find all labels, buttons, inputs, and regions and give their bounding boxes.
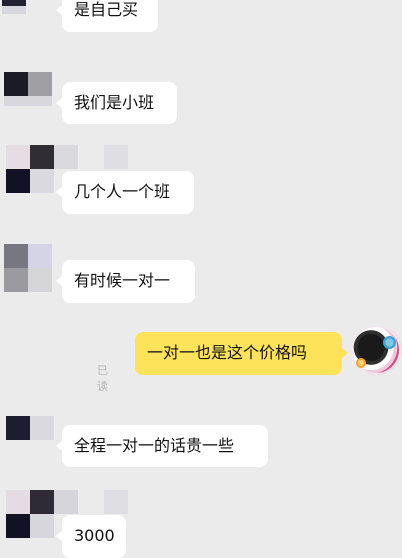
message-text: 是自己买 [74,0,139,19]
avatar-pixel [2,6,26,14]
my-avatar[interactable] [351,325,401,375]
avatar-pixel [28,244,52,268]
avatar-pixel [4,72,28,96]
avatar-pixel [4,244,28,268]
avatar-pixel [4,96,52,106]
avatar-pixel [6,145,30,169]
contact-avatar[interactable] [2,490,128,542]
message-bubble[interactable]: 几个人一个班 [56,171,194,214]
avatar-pixel [28,268,52,292]
message-bubble[interactable]: 有时候一对一 [56,260,195,303]
avatar-pixel [28,72,52,96]
avatar-pixel [6,514,30,538]
avatar-pixel [30,145,54,169]
avatar-pixel [6,490,30,514]
message-text: 几个人一个班 [74,182,171,201]
message-bubble[interactable]: 我们是小班 [56,82,177,124]
avatar-pixel [30,416,54,440]
message-bubble[interactable]: 一对一也是这个价格吗 [135,332,348,375]
message-bubble[interactable]: 全程一对一的话贵一些 [56,425,268,467]
message-text: 有时候一对一 [74,271,171,290]
message-text: 全程一对一的话贵一些 [74,436,235,455]
read-status: 已读 [97,364,108,393]
avatar-pixel [54,145,78,169]
contact-avatar[interactable] [2,145,128,197]
avatar-pixel [104,145,128,169]
avatar-pixel [6,416,30,440]
message-bubble[interactable]: 是自己买 [56,0,158,32]
avatar-pixel [4,268,28,292]
avatar-pixel [104,490,128,514]
message-bubble[interactable]: 3000 [56,515,126,558]
contact-avatar[interactable] [2,244,54,296]
message-text: 一对一也是这个价格吗 [147,343,308,362]
message-text: 我们是小班 [74,93,155,112]
avatar-pixel [30,169,54,193]
avatar-pixel [30,490,54,514]
contact-avatar[interactable] [2,0,54,34]
contact-avatar[interactable] [2,416,54,468]
chat-thread: 是自己买 我们是小班 几个人一个班 有时候一对一 已读 一对一也是这个价格吗 全… [0,0,402,558]
contact-avatar[interactable] [2,70,54,122]
avatar-pixel [6,169,30,193]
message-text: 3000 [74,526,115,545]
avatar-pixel [30,514,54,538]
avatar-pixel [54,490,78,514]
